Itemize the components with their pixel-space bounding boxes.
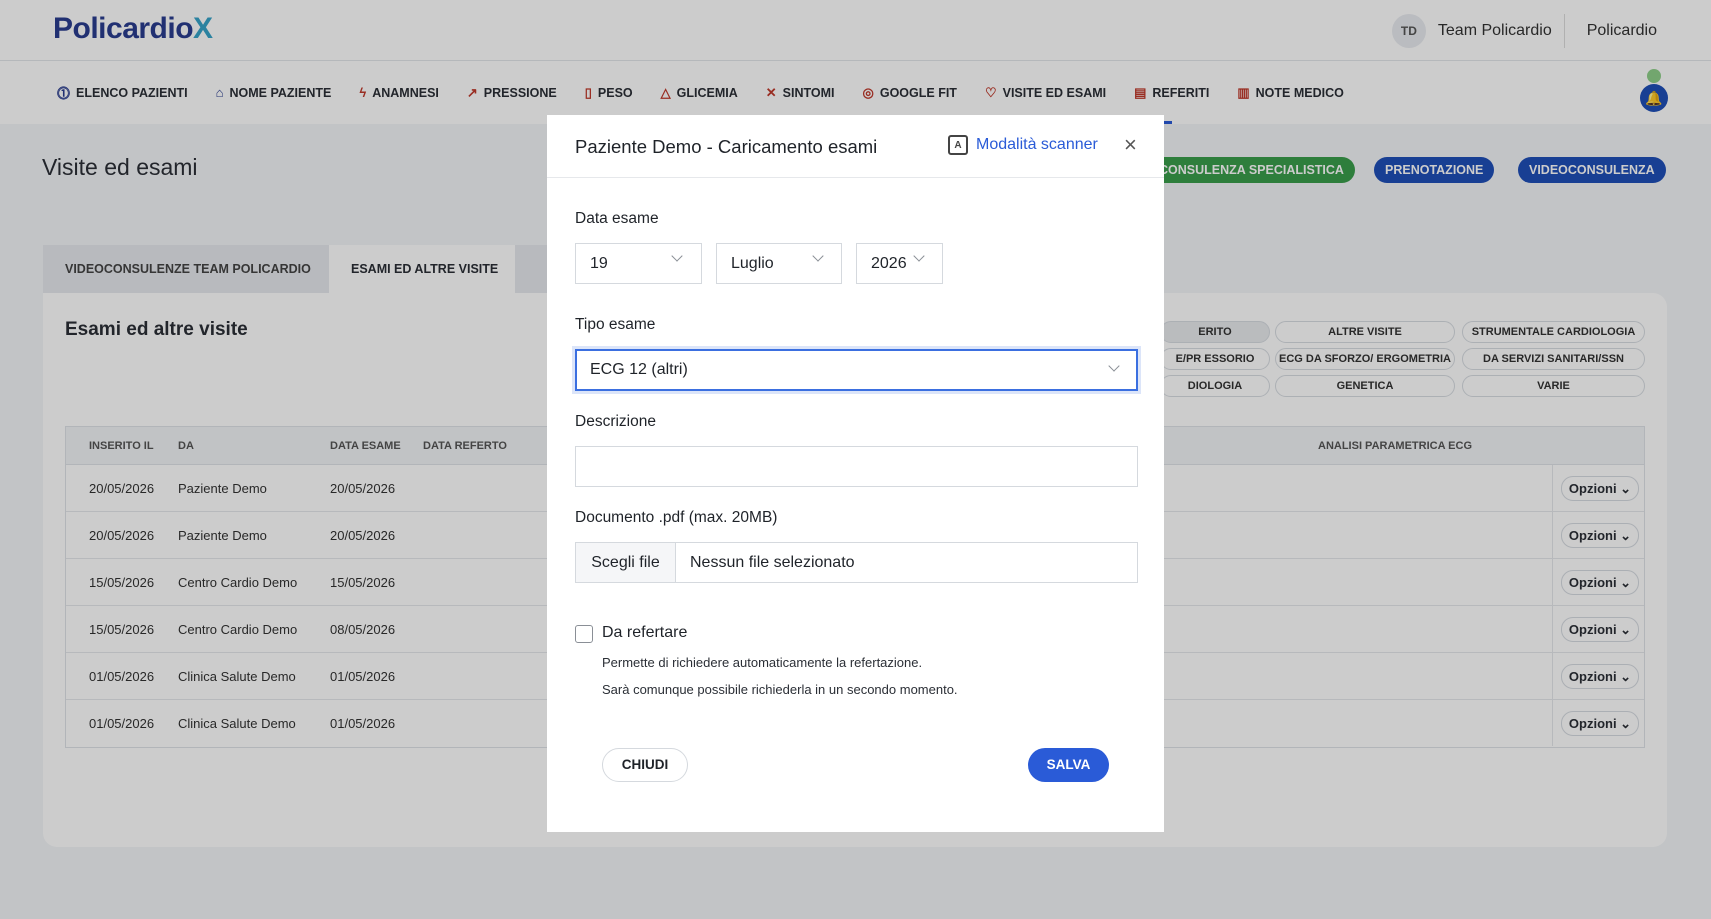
scanner-mode-link[interactable]: A Modalità scanner: [948, 135, 1098, 155]
month-select[interactable]: Luglio: [716, 243, 842, 284]
description-label: Descrizione: [575, 413, 656, 430]
scanner-icon: A: [948, 135, 968, 155]
upload-exam-modal: Paziente Demo - Caricamento esami A Moda…: [547, 115, 1164, 832]
exam-type-label: Tipo esame: [575, 316, 656, 333]
day-select[interactable]: 19: [575, 243, 702, 284]
chevron-down-icon: [812, 250, 824, 262]
modal-title: Paziente Demo - Caricamento esami: [575, 136, 878, 157]
chevron-down-icon: [671, 250, 683, 262]
exam-type-select[interactable]: ECG 12 (altri): [575, 349, 1138, 391]
description-input[interactable]: [575, 446, 1138, 487]
modal-header: Paziente Demo - Caricamento esami A Moda…: [547, 115, 1164, 178]
choose-file-button[interactable]: Scegli file: [576, 543, 676, 582]
chevron-down-icon: [1108, 360, 1120, 372]
chiudi-button[interactable]: CHIUDI: [602, 748, 688, 782]
file-name: Nessun file selezionato: [690, 554, 855, 571]
close-icon[interactable]: ×: [1124, 134, 1137, 156]
chevron-down-icon: [913, 250, 925, 262]
file-input[interactable]: Scegli file Nessun file selezionato: [575, 542, 1138, 583]
da-refertare-label[interactable]: Da refertare: [602, 624, 687, 642]
date-label: Data esame: [575, 210, 659, 227]
scanner-label: Modalità scanner: [976, 136, 1098, 153]
da-refertare-checkbox[interactable]: [575, 625, 593, 643]
hint-text-1: Permette di richiedere automaticamente l…: [602, 655, 923, 670]
document-label: Documento .pdf (max. 20MB): [575, 509, 778, 526]
year-select[interactable]: 2026: [856, 243, 943, 284]
hint-text-2: Sarà comunque possibile richiederla in u…: [602, 682, 958, 697]
salva-button[interactable]: SALVA: [1028, 748, 1109, 782]
